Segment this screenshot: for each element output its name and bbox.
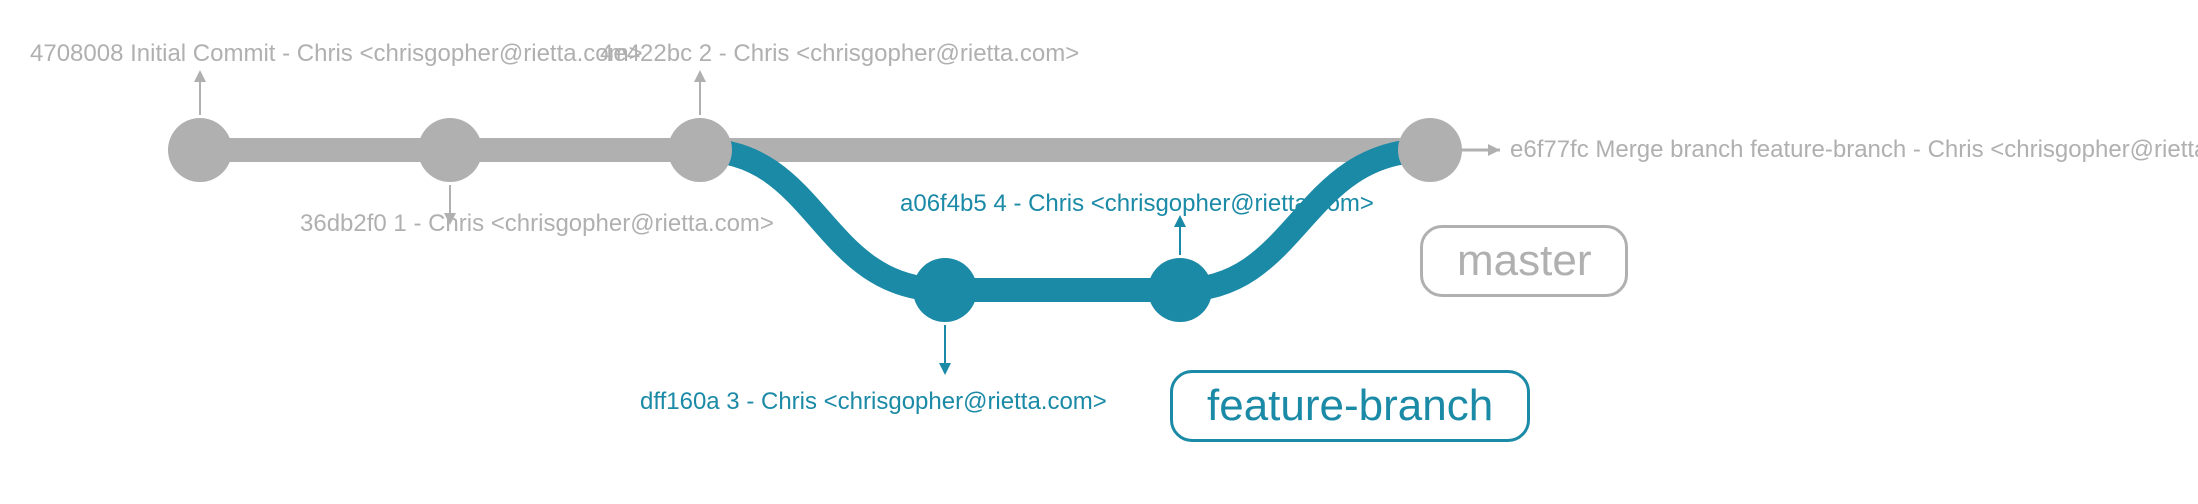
commit-node-c3 — [668, 118, 732, 182]
feature-branch-line — [700, 150, 1430, 290]
commit-node-c1 — [168, 118, 232, 182]
commit-label-c6: e6f77fc Merge branch feature-branch - Ch… — [1510, 136, 2198, 164]
branch-tag-feature-branch: feature-branch — [1170, 370, 1530, 442]
label-arrowhead-c3 — [694, 70, 706, 82]
git-graph: 4708008 Initial Commit - Chris <chrisgop… — [0, 0, 2198, 504]
commit-label-c2: 36db2f0 1 - Chris <chrisgopher@rietta.co… — [300, 210, 774, 238]
commit-node-c4 — [913, 258, 977, 322]
label-arrowhead-c4 — [939, 363, 951, 375]
branch-tag-master: master — [1420, 225, 1628, 297]
commit-label-c3: 4e422bc 2 - Chris <chrisgopher@rietta.co… — [600, 40, 1079, 68]
commit-node-c2 — [418, 118, 482, 182]
commit-label-c4: dff160a 3 - Chris <chrisgopher@rietta.co… — [640, 388, 1107, 416]
master-arrowhead — [1488, 144, 1500, 156]
commit-node-c6 — [1398, 118, 1462, 182]
commit-node-c5 — [1148, 258, 1212, 322]
commit-label-c5: a06f4b5 4 - Chris <chrisgopher@rietta.co… — [900, 190, 1374, 218]
git-graph-svg — [0, 0, 2198, 504]
label-arrowhead-c1 — [194, 70, 206, 82]
commit-label-c1: 4708008 Initial Commit - Chris <chrisgop… — [30, 40, 643, 68]
